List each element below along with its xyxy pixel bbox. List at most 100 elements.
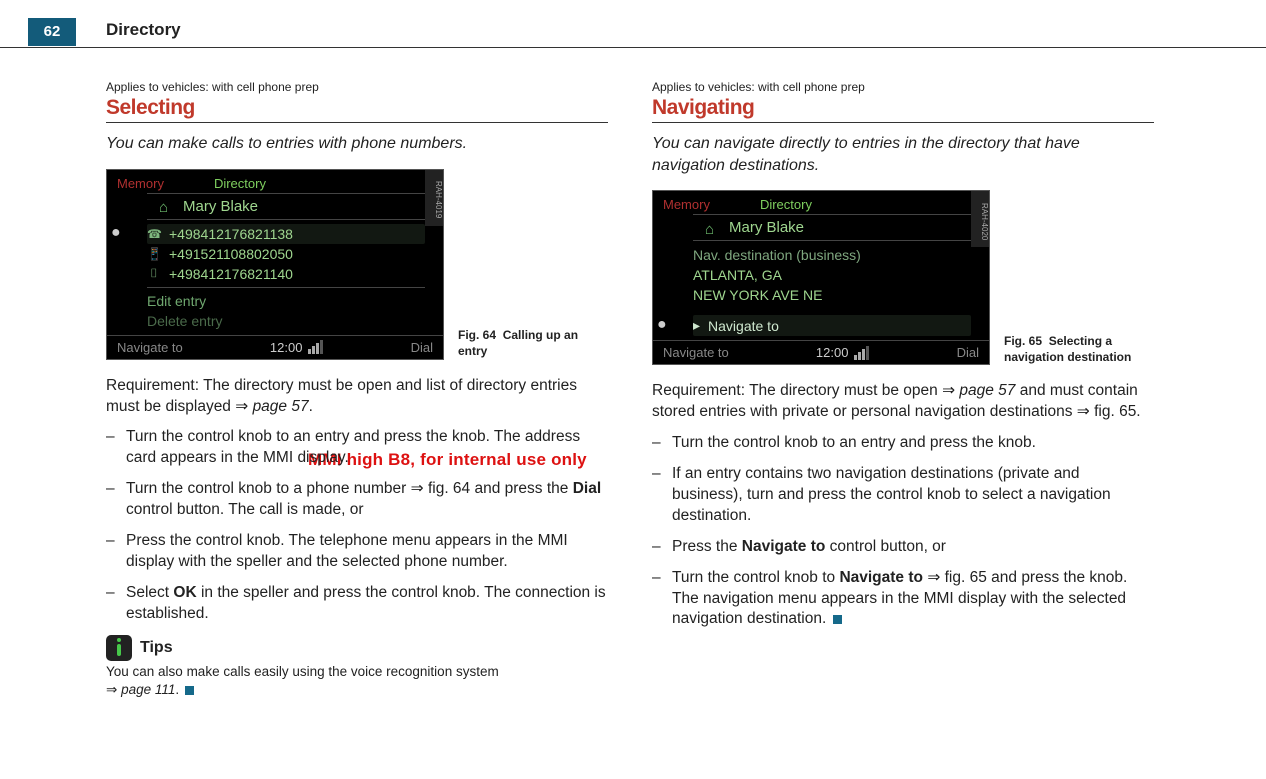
right-body: Requirement: The directory must be open … xyxy=(652,381,1154,630)
ref-arrow-icon: ⇒ xyxy=(927,568,940,589)
ref-arrow-icon: ⇒ xyxy=(942,381,955,402)
step-1: – Turn the control knob to an entry and … xyxy=(652,433,1154,454)
step-2: – Turn the control knob to a phone numbe… xyxy=(106,479,608,521)
mmi-side-tag: RAH-4019 xyxy=(425,170,443,226)
signal-icon xyxy=(308,340,323,354)
figure-64-row: RAH-4019 Memory Directory ⌂ Mary Blake ●… xyxy=(106,169,608,360)
phone-num-2: +491521108802050 xyxy=(169,246,293,262)
section-lead: You can navigate directly to entries in … xyxy=(652,133,1154,176)
mmi-nav-dest: Nav. destination (business) xyxy=(693,245,971,265)
dash-icon: – xyxy=(652,568,672,631)
mobile-icon: 📱 xyxy=(147,247,161,261)
ref-arrow-icon: ⇒ xyxy=(235,397,248,418)
home-icon: ⌂ xyxy=(705,221,721,235)
mmi-phone-line-3: ⌷ +498412176821140 xyxy=(147,264,425,284)
mmi-directory-label: Directory xyxy=(214,176,266,191)
ref-arrow-icon: ⇒ xyxy=(106,681,117,699)
dash-icon: – xyxy=(106,583,126,625)
step-1-text: Turn the control knob to an entry and pr… xyxy=(672,433,1154,454)
ref-arrow-icon: ⇒ xyxy=(411,479,424,500)
mmi-screenshot-fig65: RAH-4020 Memory Directory ⌂ Mary Blake N… xyxy=(652,190,990,365)
mmi-navigate-to-item: ▸ Navigate to xyxy=(693,315,971,336)
requirement-text: Requirement: The directory must be open … xyxy=(106,376,608,418)
mmi-navigate-to: Navigate to xyxy=(663,345,729,360)
contact-name-text: Mary Blake xyxy=(729,219,804,236)
mmi-screenshot-fig64: RAH-4019 Memory Directory ⌂ Mary Blake ●… xyxy=(106,169,444,360)
page-number: 62 xyxy=(28,18,76,46)
step-4-text: Turn the control knob to Navigate to ⇒ f… xyxy=(672,568,1154,631)
ref-arrow-icon: ⇒ xyxy=(1077,402,1090,423)
info-icon xyxy=(106,635,132,661)
mmi-clock: 12:00 xyxy=(816,345,849,360)
step-4: – Turn the control knob to Navigate to ⇒… xyxy=(652,568,1154,631)
signal-icon xyxy=(854,346,869,360)
section-heading-selecting: Selecting xyxy=(106,96,608,123)
tips-heading: Tips xyxy=(106,635,608,661)
step-4-text: Select OK in the speller and press the c… xyxy=(126,583,608,625)
selection-dot-icon: ● xyxy=(111,224,121,242)
dash-icon: – xyxy=(106,531,126,573)
contact-name-text: Mary Blake xyxy=(183,198,258,215)
step-2-text: If an entry contains two navigation dest… xyxy=(672,464,1154,527)
dash-icon: – xyxy=(652,433,672,454)
page-ref: page 111 xyxy=(121,682,175,697)
step-2: – If an entry contains two navigation de… xyxy=(652,464,1154,527)
dash-icon: – xyxy=(106,479,126,521)
mmi-nav-city: ATLANTA, GA xyxy=(693,265,971,285)
content-columns: Applies to vehicles: with cell phone pre… xyxy=(106,80,1196,769)
page-ref: page 57 xyxy=(253,398,309,415)
step-1-text: Turn the control knob to an entry and pr… xyxy=(126,427,608,469)
figure-65-row: RAH-4020 Memory Directory ⌂ Mary Blake N… xyxy=(652,190,1154,365)
section-heading-navigating: Navigating xyxy=(652,96,1154,123)
tips-text: You can also make calls easily using the… xyxy=(106,663,608,699)
step-3: – Press the control knob. The telephone … xyxy=(106,531,608,573)
phone-num-1: +498412176821138 xyxy=(169,226,293,242)
mmi-nav-street: NEW YORK AVE NE xyxy=(693,285,971,305)
step-2-text: Turn the control knob to a phone number … xyxy=(126,479,608,521)
mmi-phone-line-1: ☎ +498412176821138 xyxy=(147,224,425,244)
tips-label: Tips xyxy=(140,637,173,659)
mmi-navigate-to: Navigate to xyxy=(117,340,183,355)
step-3-text: Press the control knob. The telephone me… xyxy=(126,531,608,573)
mmi-edit-entry: Edit entry xyxy=(147,291,425,311)
dash-icon: – xyxy=(106,427,126,469)
mmi-phone-line-2: 📱 +491521108802050 xyxy=(147,244,425,264)
mmi-dial: Dial xyxy=(957,345,979,360)
phone-num-3: +498412176821140 xyxy=(169,266,293,282)
phone-icon: ☎ xyxy=(147,227,161,241)
applies-note: Applies to vehicles: with cell phone pre… xyxy=(652,80,1154,94)
page-ref: page 57 xyxy=(959,382,1015,399)
dash-icon: – xyxy=(652,464,672,527)
section-lead: You can make calls to entries with phone… xyxy=(106,133,608,155)
step-4: – Select OK in the speller and press the… xyxy=(106,583,608,625)
mmi-delete-entry: Delete entry xyxy=(147,311,425,331)
page-header: 62 Directory xyxy=(0,18,1266,48)
step-3-text: Press the Navigate to control button, or xyxy=(672,537,1154,558)
mmi-dial: Dial xyxy=(411,340,433,355)
triangle-icon: ▸ xyxy=(693,317,700,334)
mmi-contact-name: ⌂ Mary Blake xyxy=(147,193,425,220)
mmi-memory-label: Memory xyxy=(117,176,164,191)
right-column: Applies to vehicles: with cell phone pre… xyxy=(652,80,1154,769)
end-square-icon xyxy=(185,686,194,695)
figure-number: Fig. 64 xyxy=(458,328,496,342)
end-square-icon xyxy=(833,615,842,624)
mmi-memory-label: Memory xyxy=(663,197,710,212)
mmi-clock: 12:00 xyxy=(270,340,303,355)
requirement-text: Requirement: The directory must be open … xyxy=(652,381,1154,423)
selection-dot-icon: ● xyxy=(657,316,667,334)
figure-number: Fig. 65 xyxy=(1004,334,1042,348)
step-1: – Turn the control knob to an entry and … xyxy=(106,427,608,469)
left-body: Requirement: The directory must be open … xyxy=(106,376,608,700)
page-title: Directory xyxy=(106,20,181,40)
step-3: – Press the Navigate to control button, … xyxy=(652,537,1154,558)
applies-note: Applies to vehicles: with cell phone pre… xyxy=(106,80,608,94)
dash-icon: – xyxy=(652,537,672,558)
home-icon: ⌂ xyxy=(159,199,175,213)
mmi-side-tag: RAH-4020 xyxy=(971,191,989,247)
mmi-directory-label: Directory xyxy=(760,197,812,212)
mmi-contact-name: ⌂ Mary Blake xyxy=(693,214,971,241)
fax-icon: ⌷ xyxy=(147,266,161,281)
figure-64-caption: Fig. 64 Calling up an entry xyxy=(458,328,598,359)
figure-65-caption: Fig. 65 Selecting a navigation destinati… xyxy=(1004,334,1144,365)
